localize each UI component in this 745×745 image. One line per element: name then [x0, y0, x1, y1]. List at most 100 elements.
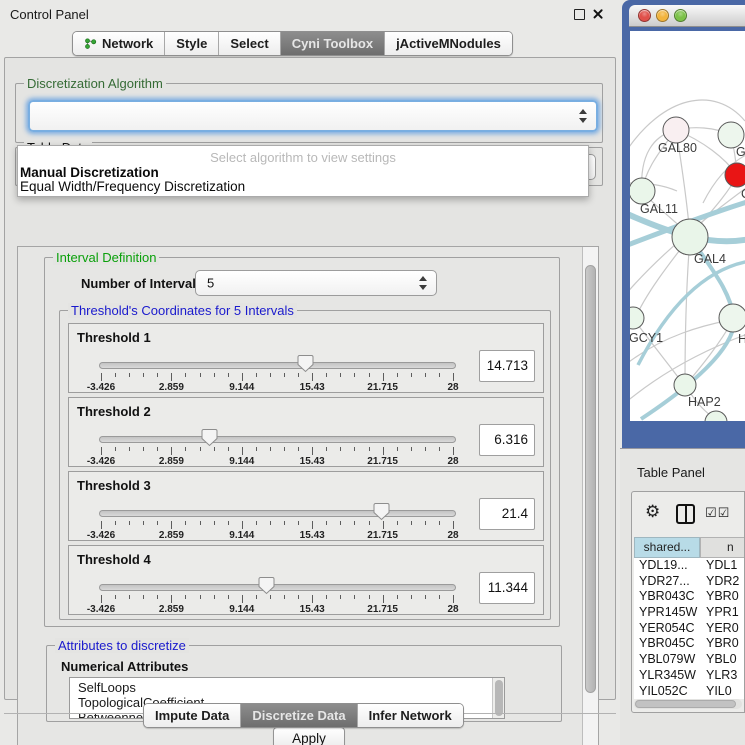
threshold-slider-handle[interactable] — [297, 354, 314, 373]
network-node-gcy1[interactable] — [630, 307, 644, 329]
attributes-list-scrollbar[interactable] — [492, 678, 504, 718]
network-node-label: GAL80 — [658, 141, 697, 155]
threshold-value-field[interactable]: 11.344 — [479, 572, 535, 604]
threshold-slider-track[interactable] — [99, 510, 456, 517]
cell-name[interactable]: YBR0 — [700, 589, 744, 605]
threshold-slider-track[interactable] — [99, 584, 456, 591]
network-node[interactable] — [705, 411, 727, 421]
threshold-slider-track[interactable] — [99, 362, 456, 369]
threshold-slider-track[interactable] — [99, 436, 456, 443]
tab-network[interactable]: Network — [73, 32, 164, 55]
threshold-slider-handle[interactable] — [201, 428, 218, 447]
apply-button[interactable]: Apply — [273, 727, 345, 745]
table-row[interactable]: YLR345WYLR3 — [634, 668, 744, 684]
algorithm-option-manual-discretization[interactable]: Manual Discretization — [20, 165, 159, 180]
split-view-icon[interactable] — [676, 504, 695, 524]
cell-shared-name[interactable]: YDL19... — [634, 558, 700, 574]
network-node-gal11[interactable] — [630, 178, 655, 204]
column-header-shared-name[interactable]: shared... — [634, 537, 700, 558]
tick-mark — [383, 447, 384, 455]
tick-mark — [270, 447, 271, 451]
tick-mark — [411, 373, 412, 377]
tab-infer-network[interactable]: Infer Network — [357, 704, 463, 727]
cell-shared-name[interactable]: YDR27... — [634, 574, 700, 590]
tab-jactivemnodules[interactable]: jActiveMNodules — [384, 32, 512, 55]
cell-name[interactable]: YDL1 — [700, 558, 744, 574]
number-of-intervals-combobox[interactable]: 5 — [195, 270, 437, 296]
threshold-value-field[interactable]: 21.4 — [479, 498, 535, 530]
close-icon[interactable] — [592, 8, 604, 20]
threshold-value-field[interactable]: 6.316 — [479, 424, 535, 456]
table-row[interactable]: YBR045CYBR0 — [634, 636, 744, 652]
cell-name[interactable]: YBL0 — [700, 652, 744, 668]
tick-mark — [369, 447, 370, 451]
cell-shared-name[interactable]: YLR345W — [634, 668, 700, 684]
cell-shared-name[interactable]: YBR045C — [634, 636, 700, 652]
tick-mark — [214, 521, 215, 525]
tab-label: Impute Data — [155, 708, 229, 723]
tab-select[interactable]: Select — [218, 32, 279, 55]
tick-mark — [298, 595, 299, 599]
cell-shared-name[interactable]: YBR043C — [634, 589, 700, 605]
network-window-titlebar[interactable] — [629, 5, 745, 27]
select-columns-icons[interactable]: ☑☑ — [705, 505, 730, 521]
network-node-label: GCY1 — [630, 331, 663, 345]
table-row[interactable]: YBR043CYBR0 — [634, 589, 744, 605]
cell-name[interactable]: YER0 — [700, 621, 744, 637]
cell-name[interactable]: YIL0 — [700, 684, 744, 700]
tab-style[interactable]: Style — [164, 32, 218, 55]
table-row[interactable]: YPR145WYPR1 — [634, 605, 744, 621]
threshold-slider-handle[interactable] — [373, 502, 390, 521]
threshold-panel-3: Threshold 3-3.4262.8599.14415.4321.71528… — [68, 471, 544, 541]
tab-impute-data[interactable]: Impute Data — [144, 704, 240, 727]
settings-vertical-scrollbar[interactable] — [582, 247, 598, 745]
scrollbar-thumb[interactable] — [585, 265, 596, 693]
network-node-label: H — [738, 332, 745, 346]
cell-name[interactable]: YBR0 — [700, 636, 744, 652]
column-header-name[interactable]: n — [700, 537, 745, 558]
network-node-c[interactable] — [725, 163, 745, 187]
tab-discretize-data[interactable]: Discretize Data — [240, 704, 356, 727]
threshold-value-field[interactable]: 14.713 — [479, 350, 535, 382]
threshold-label: Threshold 4 — [77, 552, 151, 567]
table-horizontal-scrollbar[interactable] — [634, 699, 742, 709]
slider-scale-labels: -3.4262.8599.14415.4321.71528 — [101, 456, 453, 468]
tab-cyni-toolbox[interactable]: Cyni Toolbox — [280, 32, 384, 55]
cell-shared-name[interactable]: YIL052C — [634, 684, 700, 700]
table-row[interactable]: YBL079WYBL0 — [634, 652, 744, 668]
network-node-h[interactable] — [719, 304, 745, 332]
network-node-gal80[interactable] — [663, 117, 689, 143]
scrollbar-thumb[interactable] — [495, 680, 503, 716]
attribute-item-selfloops[interactable]: SelfLoops — [70, 678, 504, 695]
threshold-slider-handle[interactable] — [258, 576, 275, 595]
table-row[interactable]: YIL052CYIL0 — [634, 684, 744, 700]
cell-shared-name[interactable]: YBL079W — [634, 652, 700, 668]
threshold-label: Threshold 1 — [77, 330, 151, 345]
cell-name[interactable]: YDR2 — [700, 574, 744, 590]
tick-mark — [298, 447, 299, 451]
table-row[interactable]: YER054CYER0 — [634, 621, 744, 637]
close-traffic-light[interactable] — [638, 9, 651, 22]
zoom-traffic-light[interactable] — [674, 9, 687, 22]
float-window-icon[interactable] — [574, 9, 585, 20]
network-canvas[interactable]: GAL80GACGAL11GAL4GCY1HHAP2 — [630, 31, 745, 421]
scrollbar-thumb[interactable] — [635, 700, 736, 708]
scale-label: 2.859 — [159, 456, 184, 467]
settings-gear-icon[interactable]: ⚙ — [645, 502, 660, 522]
algorithm-option-equal-width-frequency-discretization[interactable]: Equal Width/Frequency Discretization — [20, 179, 245, 194]
network-node-hap2[interactable] — [674, 374, 696, 396]
cell-name[interactable]: YPR1 — [700, 605, 744, 621]
minimize-traffic-light[interactable] — [656, 9, 669, 22]
scale-label: 21.715 — [367, 456, 398, 467]
tick-mark — [298, 373, 299, 377]
slider-ticks — [101, 595, 453, 604]
table-row[interactable]: YDL19...YDL1 — [634, 558, 744, 574]
network-node-gal4[interactable] — [672, 219, 708, 255]
slider-scale-labels: -3.4262.8599.14415.4321.71528 — [101, 530, 453, 542]
cell-shared-name[interactable]: YER054C — [634, 621, 700, 637]
cell-name[interactable]: YLR3 — [700, 668, 744, 684]
table-row[interactable]: YDR27...YDR2 — [634, 574, 744, 590]
algorithm-combobox[interactable] — [28, 100, 598, 132]
cell-shared-name[interactable]: YPR145W — [634, 605, 700, 621]
tick-mark — [101, 447, 102, 455]
